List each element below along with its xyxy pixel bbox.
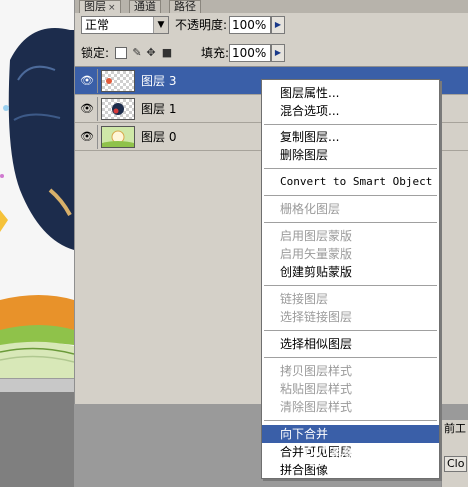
layer-name: 图层 0: [141, 130, 177, 144]
blend-mode-select[interactable]: 正常 ▼: [81, 16, 169, 34]
close-icon[interactable]: ×: [108, 3, 116, 13]
layer-name: 图层 1: [141, 102, 177, 116]
menu-item-convert-smart-object[interactable]: Convert to Smart Object: [262, 173, 439, 191]
menu-item-clear-layer-style[interactable]: 清除图层样式: [262, 398, 439, 416]
fill-label: 填充:: [201, 46, 230, 60]
canvas-artwork: [0, 0, 74, 378]
tab-layers-label: 图层: [84, 0, 106, 13]
visibility-eye-icon[interactable]: 👁: [79, 73, 95, 89]
document-canvas[interactable]: [0, 0, 74, 378]
row-divider: [97, 69, 98, 93]
tab-paths-label: 路径: [174, 0, 196, 13]
row-divider: [97, 97, 98, 121]
visibility-eye-icon[interactable]: 👁: [79, 129, 95, 145]
menu-item-select-linked-layers[interactable]: 选择链接图层: [262, 308, 439, 326]
menu-separator: [264, 357, 437, 358]
row-divider: [97, 125, 98, 149]
menu-item-paste-layer-style[interactable]: 粘贴图层样式: [262, 380, 439, 398]
menu-separator: [264, 285, 437, 286]
tab-paths[interactable]: 路径: [169, 0, 201, 13]
layer-name: 图层 3: [141, 74, 177, 88]
chevron-down-icon[interactable]: ▼: [153, 17, 168, 33]
lock-icon[interactable]: ■: [161, 47, 173, 59]
menu-item-create-clipping-mask[interactable]: 创建剪贴蒙版: [262, 263, 439, 281]
layer-thumbnail-art: [112, 103, 124, 115]
visibility-eye-icon[interactable]: 👁: [79, 101, 95, 117]
watermark-text: 系统之家: [330, 447, 383, 462]
fill-slider-button[interactable]: ▶: [271, 44, 285, 62]
brush-icon[interactable]: ✎: [131, 47, 143, 59]
opacity-slider-button[interactable]: ▶: [271, 16, 285, 34]
layer-thumbnail: [101, 98, 135, 120]
menu-item-enable-vector-mask[interactable]: 启用矢量蒙版: [262, 245, 439, 263]
fragment-text: 前工: [444, 422, 466, 435]
menu-item-link-layers[interactable]: 链接图层: [262, 290, 439, 308]
watermark: 系统之家: [305, 440, 468, 470]
layer-thumbnail: [101, 70, 135, 92]
menu-item-duplicate-layer[interactable]: 复制图层...: [262, 128, 439, 146]
workspace-background: [0, 392, 74, 487]
watermark-logo-icon: [305, 443, 329, 467]
menu-separator: [264, 222, 437, 223]
lock-transparent-icon[interactable]: [115, 47, 127, 59]
fill-input[interactable]: 100%: [229, 44, 271, 62]
layer-context-menu: 图层属性... 混合选项... 复制图层... 删除图层 Convert to …: [261, 79, 440, 479]
menu-separator: [264, 168, 437, 169]
fill-value: 100%: [232, 46, 267, 60]
panel-tabs: 图层 × 通道 路径: [75, 0, 468, 13]
tab-channels-label: 通道: [134, 0, 156, 13]
tab-layers[interactable]: 图层 ×: [79, 0, 121, 13]
layer-thumbnail-art: [102, 130, 134, 147]
menu-item-select-similar-layers[interactable]: 选择相似图层: [262, 335, 439, 353]
opacity-input[interactable]: 100%: [229, 16, 271, 34]
menu-separator: [264, 330, 437, 331]
blend-mode-value: 正常: [85, 18, 110, 32]
opacity-value: 100%: [232, 18, 267, 32]
menu-separator: [264, 124, 437, 125]
menu-item-delete-layer[interactable]: 删除图层: [262, 146, 439, 164]
menu-item-rasterize-layer[interactable]: 栅格化图层: [262, 200, 439, 218]
menu-item-copy-layer-style[interactable]: 拷贝图层样式: [262, 362, 439, 380]
menu-separator: [264, 420, 437, 421]
menu-separator: [264, 195, 437, 196]
menu-item-enable-layer-mask[interactable]: 启用图层蒙版: [262, 227, 439, 245]
lock-label: 锁定:: [81, 46, 110, 60]
move-icon[interactable]: ✥: [145, 47, 157, 59]
menu-item-blending-options[interactable]: 混合选项...: [262, 102, 439, 120]
opacity-label: 不透明度:: [175, 18, 228, 32]
layer-thumbnail: [101, 126, 135, 148]
tab-channels[interactable]: 通道: [129, 0, 161, 13]
layer-thumbnail-art: [106, 78, 112, 84]
menu-item-layer-properties[interactable]: 图层属性...: [262, 84, 439, 102]
